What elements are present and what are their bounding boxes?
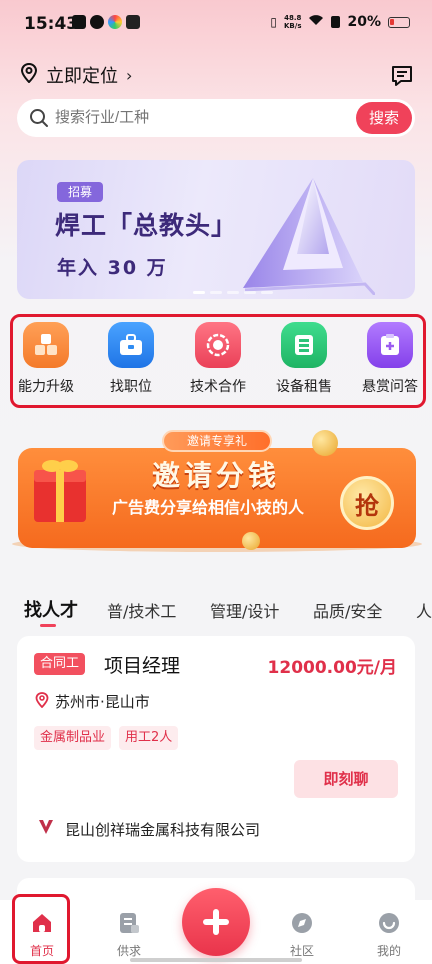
job-title: 项目经理 [104,655,181,677]
battery-icon [388,16,410,28]
net-speed-value: 48.8 [284,14,302,22]
quick-item-equipment-rent[interactable]: 设备租售 [264,322,344,396]
nav-community[interactable]: 社区 [272,906,332,959]
job-location: 苏州市·昆山市 [35,691,150,712]
search-button[interactable]: 搜索 [356,102,412,134]
company-logo-icon [37,818,55,840]
publish-button[interactable] [182,888,250,956]
nav-label: 社区 [289,944,314,958]
nav-label: 供求 [116,944,141,958]
coin-icon [312,430,338,456]
profile-icon [376,910,402,936]
tab-find-talent[interactable]: 找人才 [24,596,78,622]
nav-profile[interactable]: 我的 [359,906,419,959]
status-bar: 15:43 ▯ 48.8 KB/s 20% [0,0,432,50]
tab-more[interactable]: 人 [416,598,432,622]
coin-icon [242,532,260,550]
banner-dot [261,291,273,294]
job-card[interactable]: 合同工 项目经理 12000.00元/月 苏州市·昆山市 金属制品业 用工2人 … [17,636,415,862]
cubes-icon [23,322,69,368]
quick-item-label: 能力升级 [18,379,74,395]
banner-dot [244,291,256,294]
contract-type-badge: 合同工 [34,653,86,675]
sim-icon [331,16,341,28]
search-icon [29,108,49,132]
grab-button[interactable]: 抢 [340,476,394,530]
location-selector[interactable]: 立即定位 › [20,62,132,88]
status-time: 15:43 [24,14,79,34]
category-tabs: 找人才 普/技术工 管理/设计 品质/安全 人 [0,596,432,627]
status-right: ▯ 48.8 KB/s 20% [270,14,410,30]
job-tags: 金属制品业 用工2人 [34,726,179,750]
job-location-text: 苏州市·昆山市 [55,693,150,711]
banner-pagination [193,291,273,294]
message-app-icon [126,15,140,29]
supply-demand-icon [116,910,142,936]
colorful-app-icon [108,15,122,29]
banner-dot [227,291,239,294]
invite-ribbon: 邀请专享礼 [162,430,272,452]
nav-supply-demand[interactable]: 供求 [99,906,159,959]
battery-percent: 20% [347,14,381,30]
quick-menu: 能力升级 找职位 技术合作 设备租售 悬赏问答 [10,314,426,408]
quick-item-label: 找职位 [110,379,152,395]
triangle-prism-art [243,178,375,295]
quick-item-label: 悬赏问答 [362,379,418,395]
company-name: 昆山创祥瑞金属科技有限公司 [65,820,261,839]
vibrate-icon: ▯ [270,15,277,29]
location-pin-icon [20,62,38,87]
invite-title: 邀请分钱 [152,459,281,492]
banner-tag: 招募 [57,182,103,202]
message-icon[interactable] [390,64,414,92]
net-speed-unit: KB/s [284,22,302,30]
chevron-right-icon: › [126,65,133,85]
location-pin-icon [35,691,49,712]
plus-icon [203,909,229,935]
quick-item-find-job[interactable]: 找职位 [91,322,171,396]
home-indicator [130,958,302,962]
job-tag: 金属制品业 [34,726,112,750]
notification-icons [72,15,140,29]
app-notification-icon [90,15,104,29]
reward-qa-icon [367,322,413,368]
wifi-icon [308,14,324,30]
compass-icon [289,910,315,936]
search-bar: 搜索 [17,99,415,137]
rent-icon [281,322,327,368]
invite-banner[interactable]: 邀请专享礼 邀请分钱 广告费分享给相信小技的人 抢 [12,428,422,556]
tab-management-design[interactable]: 管理/设计 [210,598,279,622]
tiktok-icon [72,15,86,29]
banner-subtitle: 年入 30 万 [57,257,168,279]
search-input[interactable] [55,99,355,137]
red-envelope-gift-icon [28,452,92,526]
job-tag: 用工2人 [119,726,179,750]
net-speed: 48.8 KB/s [284,14,301,30]
chat-now-button[interactable]: 即刻聊 [294,760,398,798]
quick-item-tech-cooperation[interactable]: 技术合作 [178,322,258,396]
quick-item-label: 设备租售 [276,379,332,395]
banner-dot [210,291,222,294]
invite-subtitle: 广告费分享给相信小技的人 [112,498,305,517]
briefcase-icon [108,322,154,368]
banner-dot [193,291,205,294]
home-highlight-box [12,894,70,964]
quick-item-skill-upgrade[interactable]: 能力升级 [6,322,86,396]
cooperation-icon [195,322,241,368]
quick-item-label: 技术合作 [190,379,246,395]
job-salary: 12000.00元/月 [267,658,397,678]
tab-indicator [40,624,56,627]
banner-title: 焊工「总教头」 [55,211,238,240]
promo-banner[interactable]: 招募 焊工「总教头」 年入 30 万 [17,160,415,299]
company-row: 昆山创祥瑞金属科技有限公司 [37,818,260,840]
location-label: 立即定位 [46,66,118,87]
quick-item-reward-qa[interactable]: 悬赏问答 [350,322,430,396]
tab-quality-safety[interactable]: 品质/安全 [313,598,382,622]
nav-label: 我的 [376,944,401,958]
tab-general-tech-worker[interactable]: 普/技术工 [107,598,176,622]
